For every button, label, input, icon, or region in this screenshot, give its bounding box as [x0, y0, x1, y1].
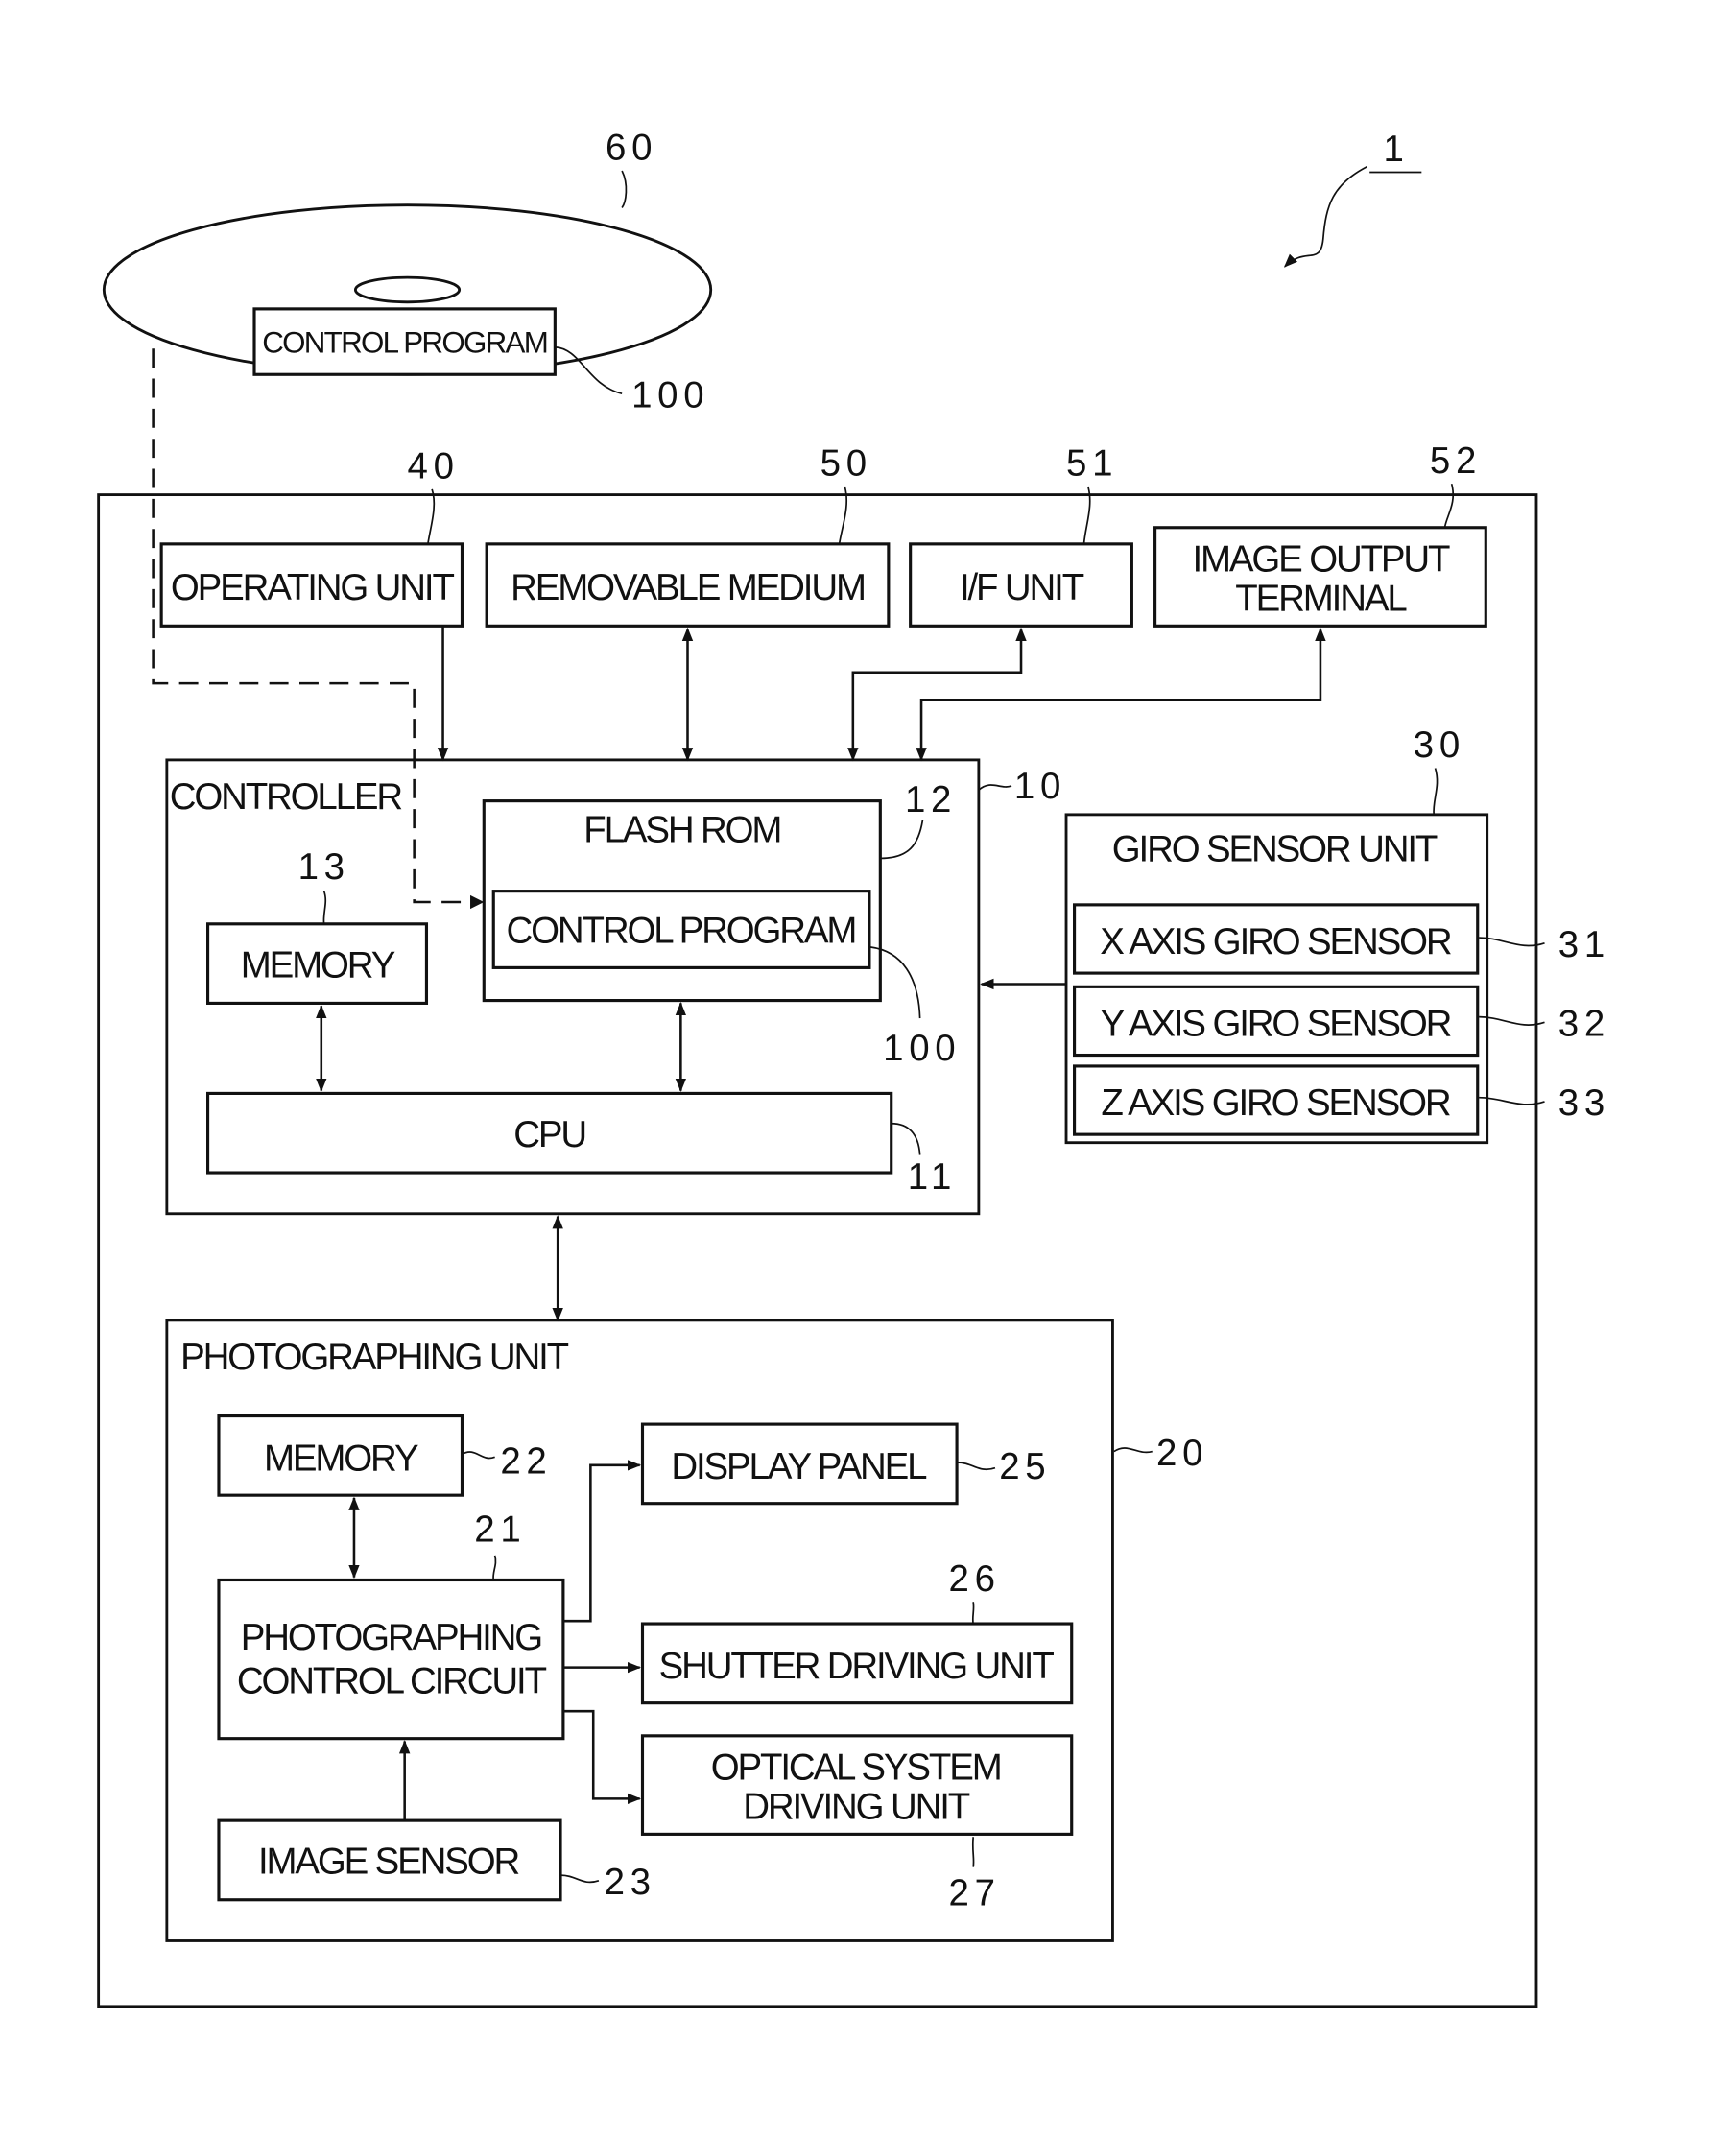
photographing-control-circuit-label-line1: PHOTOGRAPHING — [241, 1617, 541, 1658]
operating-unit-label: OPERATING UNIT — [171, 567, 455, 608]
disc-hole — [353, 275, 462, 304]
giro-sensor-unit-ref: 30 — [1414, 725, 1465, 766]
controller-block: CONTROLLER 10 FLASH ROM 12 CONTROL PROGR… — [165, 758, 1066, 1216]
removable-medium-block: REMOVABLE MEDIUM 50 — [485, 443, 891, 628]
z-axis-giro-sensor-ref: 33 — [1558, 1082, 1610, 1124]
terminal-controller-arrow — [916, 627, 1326, 762]
if-controller-arrow — [847, 627, 1027, 762]
photographing-control-circuit-ref-leader — [492, 1555, 497, 1580]
controller-ref-leader — [978, 784, 1012, 791]
disc-ref-leader — [621, 170, 628, 209]
device-reference: 1 — [1283, 129, 1422, 268]
cpu-label: CPU — [513, 1114, 585, 1155]
if-unit-block: I/F UNIT 51 — [909, 443, 1133, 628]
giro-sensor-unit-ref-leader — [1433, 768, 1439, 815]
cpu-ref: 11 — [908, 1156, 957, 1198]
photographing-control-circuit-label-line2: CONTROL CIRCUIT — [237, 1661, 547, 1702]
x-axis-giro-sensor-leader — [1479, 937, 1545, 947]
optical-system-driving-unit-ref: 27 — [949, 1872, 1001, 1913]
circuit-to-optical-arrow — [562, 1709, 642, 1805]
image-sensor-label: IMAGE SENSOR — [258, 1842, 519, 1883]
x-axis-giro-sensor-label: X AXIS GIRO SENSOR — [1100, 921, 1451, 963]
flash-rom-label: FLASH ROM — [583, 809, 780, 850]
y-axis-giro-sensor-leader — [1479, 1015, 1545, 1026]
photographing-unit-ref: 20 — [1156, 1433, 1208, 1474]
install-path-arrowhead — [470, 894, 485, 910]
controller-title: CONTROLLER — [170, 776, 402, 818]
optical-system-driving-unit-ref-leader — [971, 1837, 975, 1867]
operating-unit-block: OPERATING UNIT 40 — [159, 445, 464, 628]
disc-program-ref-leader — [555, 345, 623, 395]
operating-unit-ref-leader — [427, 488, 436, 544]
shutter-driving-unit-ref-leader — [971, 1602, 975, 1625]
giro-sensor-unit-title: GIRO SENSOR UNIT — [1112, 828, 1438, 869]
photo-memory-ref-leader — [462, 1451, 495, 1460]
removable-medium-ref: 50 — [820, 443, 872, 485]
storage-disc: CONTROL PROGRAM 60 100 — [102, 128, 713, 416]
photo-memory-label: MEMORY — [264, 1438, 418, 1480]
cpu-ref-leader — [891, 1122, 921, 1155]
optical-system-driving-unit-label-line1: OPTICAL SYSTEM — [711, 1747, 1001, 1788]
circuit-to-display-arrow — [562, 1460, 642, 1623]
optical-system-driving-unit-label-line2: DRIVING UNIT — [743, 1787, 970, 1828]
controller-memory-ref: 13 — [298, 846, 350, 888]
controller-memory-ref-leader — [322, 891, 327, 924]
image-sensor-ref: 23 — [605, 1862, 656, 1903]
y-axis-giro-sensor-ref: 32 — [1558, 1004, 1610, 1045]
controller-ref: 10 — [1014, 766, 1066, 807]
disc-program-ref: 100 — [631, 374, 709, 416]
controller-memory-label: MEMORY — [241, 944, 395, 986]
photo-memory-ref: 22 — [500, 1440, 552, 1482]
image-output-terminal-ref-leader — [1443, 483, 1455, 528]
operating-unit-ref: 40 — [408, 445, 460, 487]
display-panel-label: DISPLAY PANEL — [671, 1446, 927, 1487]
image-output-terminal-label-line2: TERMINAL — [1235, 579, 1407, 620]
giro-sensor-unit-block: GIRO SENSOR UNIT 30 X AXIS GIRO SENSOR 3… — [980, 725, 1610, 1145]
display-panel-ref: 25 — [999, 1446, 1051, 1487]
photographing-control-circuit-box — [217, 1578, 565, 1741]
rom-control-program-label: CONTROL PROGRAM — [506, 911, 855, 952]
y-axis-giro-sensor-label: Y AXIS GIRO SENSOR — [1101, 1004, 1451, 1045]
image-sensor-ref-leader — [560, 1874, 600, 1884]
if-unit-label: I/F UNIT — [960, 567, 1084, 608]
display-panel-ref-leader — [957, 1462, 996, 1471]
z-axis-giro-sensor-label: Z AXIS GIRO SENSOR — [1101, 1082, 1449, 1124]
photographing-control-circuit-ref: 21 — [474, 1509, 526, 1551]
image-output-terminal-block: IMAGE OUTPUT TERMINAL 52 — [1153, 440, 1487, 628]
photographing-unit-block: PHOTOGRAPHING UNIT 20 MEMORY 22 PHOTOGRA… — [165, 1319, 1208, 1942]
device-ref-number: 1 — [1383, 129, 1409, 170]
x-axis-giro-sensor-ref: 31 — [1558, 924, 1610, 965]
image-output-terminal-ref: 52 — [1430, 440, 1482, 482]
shutter-driving-unit-label: SHUTTER DRIVING UNIT — [659, 1646, 1055, 1687]
disc-ref: 60 — [606, 128, 657, 169]
shutter-driving-unit-ref: 26 — [949, 1558, 1001, 1600]
block-diagram: 1 CONTROL PROGRAM 60 100 OPERATING UNIT … — [97, 128, 1610, 2008]
flash-rom-ref: 12 — [905, 779, 957, 820]
if-unit-ref: 51 — [1066, 443, 1118, 485]
image-output-terminal-label-line1: IMAGE OUTPUT — [1192, 538, 1450, 580]
disc-control-program-label: CONTROL PROGRAM — [262, 325, 547, 359]
rom-control-program-ref: 100 — [883, 1028, 961, 1069]
photographing-unit-ref-leader — [1113, 1447, 1153, 1454]
removable-medium-label: REMOVABLE MEDIUM — [511, 567, 865, 608]
photographing-unit-title: PHOTOGRAPHING UNIT — [180, 1337, 569, 1378]
flash-rom-ref-leader — [880, 820, 924, 860]
z-axis-giro-sensor-leader — [1479, 1096, 1545, 1105]
device-ref-arrow — [1283, 166, 1367, 268]
